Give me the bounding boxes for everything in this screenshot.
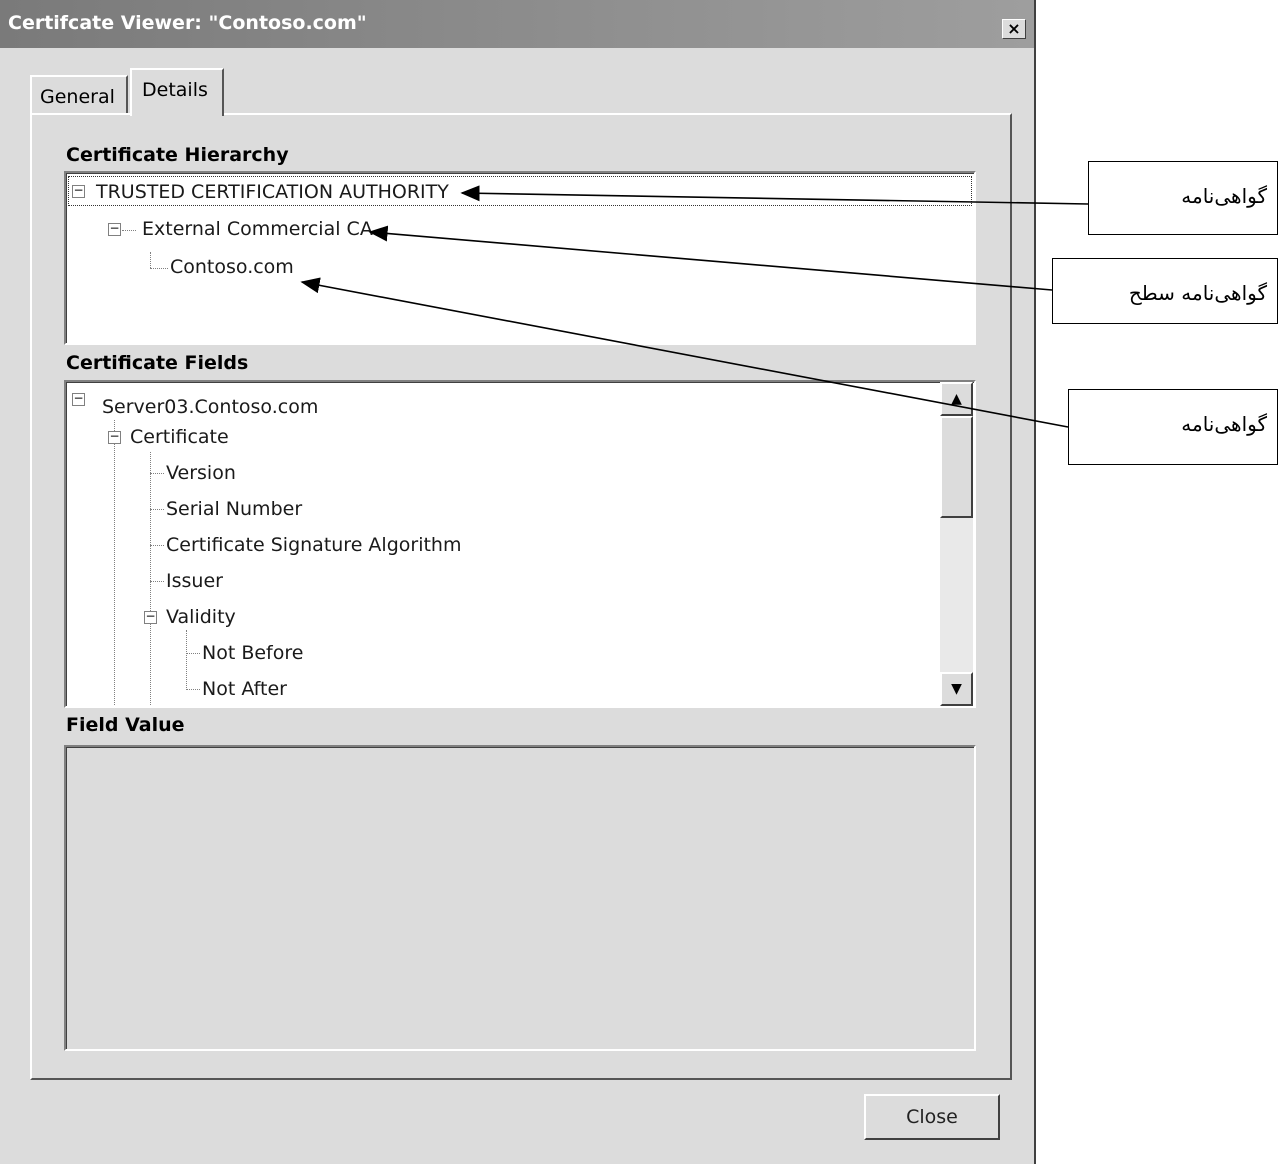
arrow-root-ca <box>460 185 1089 205</box>
arrow-leaf-cert <box>300 277 1069 428</box>
arrow-intermediate-ca <box>368 225 1053 291</box>
tab-details[interactable]: Details <box>130 68 224 116</box>
annotation-arrows <box>300 185 1089 428</box>
